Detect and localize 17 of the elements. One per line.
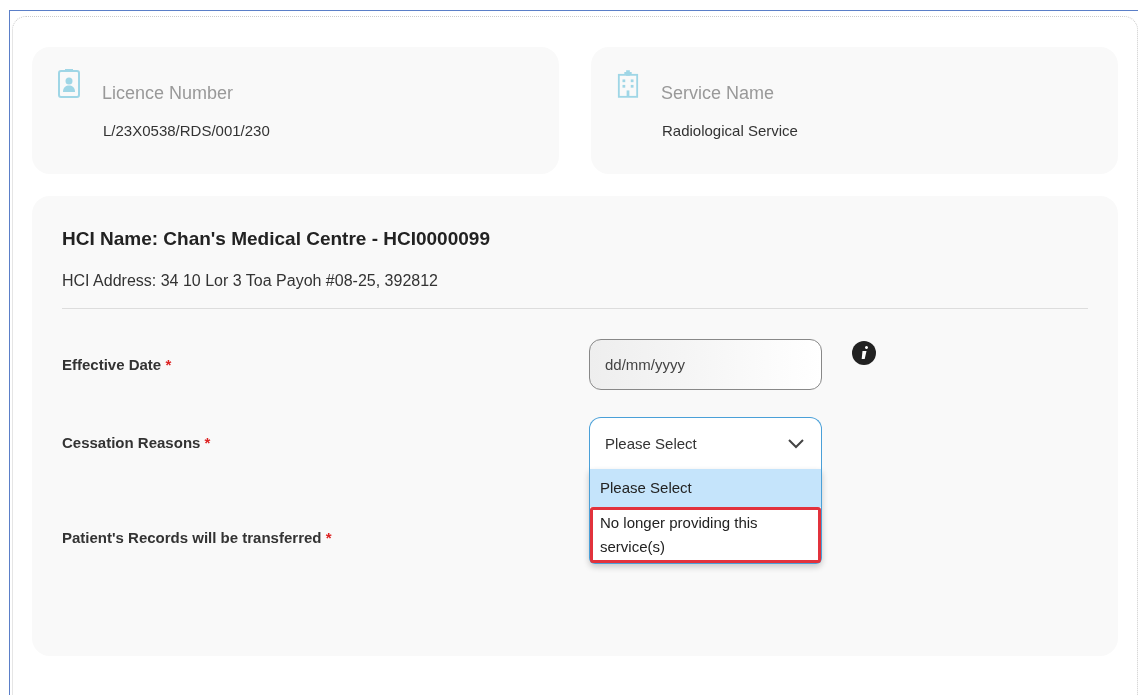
date-field[interactable]: dd/mm/yyyy (589, 339, 822, 390)
card-value: Radiological Service (662, 122, 799, 139)
card-label: Service Name (661, 83, 775, 104)
id-badge-icon (58, 69, 80, 99)
field-label: Effective Date * (62, 355, 173, 375)
hci-address: HCI Address: 34 10 Lor 3 Toa Payoh #08-25, 392812 (62, 272, 439, 290)
select-field[interactable]: Please Select (589, 417, 822, 469)
hci-name: HCI Name: Chan's Medical Centre - HCI0000099 (62, 228, 491, 250)
building-icon (617, 69, 639, 99)
dropdown-option[interactable]: Please Select (590, 469, 821, 507)
dropdown-option[interactable]: No longer providing this service(s) (590, 507, 821, 563)
field-label: Cessation Reasons * (62, 433, 212, 453)
chevron-down-icon (788, 438, 804, 449)
card-value: L/23X0538/RDS/001/230 (103, 122, 271, 139)
card-label: Licence Number (102, 83, 234, 104)
info-icon[interactable] (852, 341, 876, 365)
field-label: Patient's Records will be transferred * (62, 528, 333, 546)
